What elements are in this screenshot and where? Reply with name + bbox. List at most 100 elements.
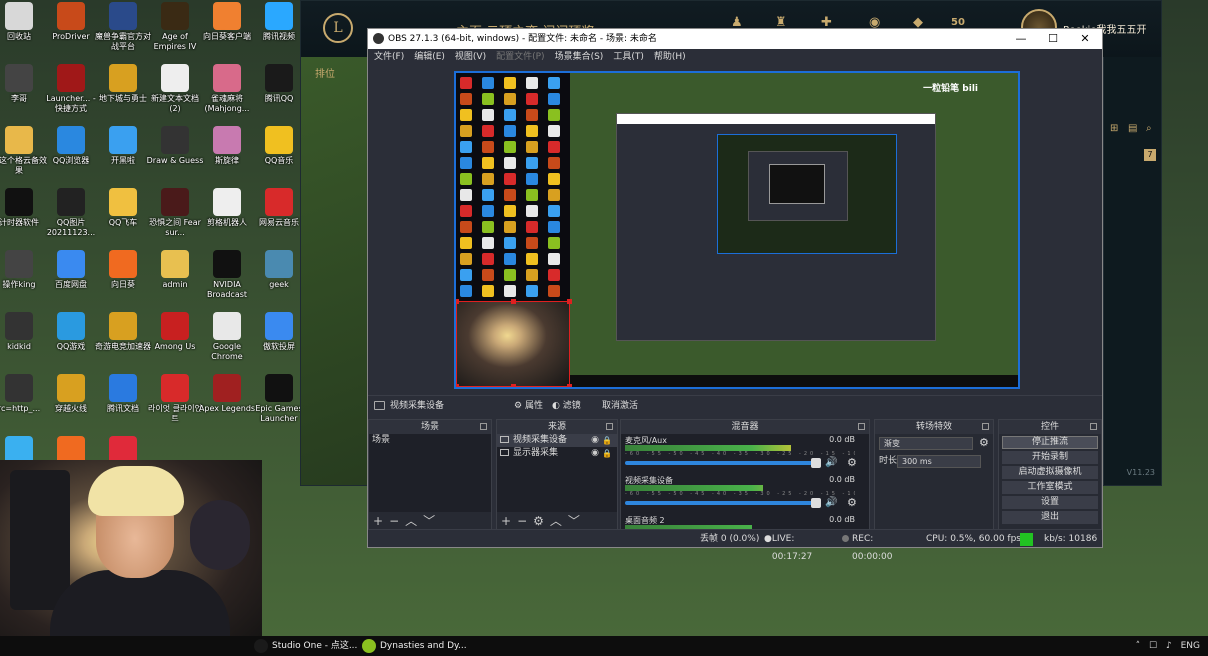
desktop-icon[interactable]: 奇游电竞加速器 xyxy=(94,312,152,352)
maximize-button[interactable]: ☐ xyxy=(1038,29,1068,49)
desktop-icon[interactable]: 李哥 xyxy=(0,64,48,104)
desktop-icon[interactable]: 腾讯文档 xyxy=(94,374,152,414)
minimize-button[interactable]: — xyxy=(1006,29,1036,49)
desktop-icon[interactable]: 开黑啦 xyxy=(94,126,152,166)
resize-handle[interactable] xyxy=(511,299,516,304)
speaker-icon[interactable]: 🔊 xyxy=(825,457,837,468)
desktop-icon[interactable]: 剪格机器人 xyxy=(198,188,256,228)
slider-handle[interactable] xyxy=(811,458,821,468)
slider-handle[interactable] xyxy=(811,498,821,508)
language-indicator[interactable]: ENG xyxy=(1181,641,1200,651)
desktop-icon[interactable]: QQ游戏 xyxy=(42,312,100,352)
undock-icon[interactable] xyxy=(480,423,487,430)
desktop-icon[interactable]: 라이엇 클라이언트 xyxy=(146,374,204,424)
deactivate-button[interactable]: 取消激活 xyxy=(596,398,644,414)
desktop-icon[interactable]: 新建文本文档 (2) xyxy=(146,64,204,114)
transition-select[interactable]: 渐变 xyxy=(879,437,973,450)
menu-item[interactable]: 文件(F) xyxy=(374,52,404,62)
desktop-icon[interactable]: Draw & Guess xyxy=(146,126,204,166)
desktop-icon[interactable]: QQ浏览器 xyxy=(42,126,100,166)
desktop-icon[interactable]: ProDriver xyxy=(42,2,100,42)
eye-icon[interactable]: ◉ xyxy=(591,434,599,447)
desktop-icon[interactable]: kidkid xyxy=(0,312,48,352)
up-arrow-icon[interactable]: ︿ xyxy=(405,514,417,528)
scene-item[interactable]: 场景 xyxy=(369,434,491,447)
source-item[interactable]: 视频采集设备 ◉ 🔒 xyxy=(497,434,617,447)
desktop-icon[interactable]: QQ飞车 xyxy=(94,188,152,228)
search-icon[interactable]: ⌕ xyxy=(1146,123,1152,134)
undock-icon[interactable] xyxy=(858,423,865,430)
desktop-icon[interactable]: Among Us xyxy=(146,312,204,352)
desktop-icon[interactable]: Google Chrome xyxy=(198,312,256,362)
desktop-icon[interactable]: 地下城与勇士 xyxy=(94,64,152,104)
desktop-icon[interactable]: Apex Legends xyxy=(198,374,256,414)
resize-handle[interactable] xyxy=(567,384,572,387)
filters-button[interactable]: ◐ 滤镜 xyxy=(546,398,587,414)
resize-handle[interactable] xyxy=(511,384,516,387)
remove-icon[interactable]: − xyxy=(517,514,527,528)
control-button[interactable]: 开始录制 xyxy=(1002,451,1098,464)
desktop-icon[interactable]: Age of Empires IV xyxy=(146,2,204,52)
control-button[interactable]: 启动虚拟摄像机 xyxy=(1002,466,1098,479)
game-logo-icon[interactable]: L xyxy=(323,13,353,43)
resize-handle[interactable] xyxy=(456,384,459,387)
control-button[interactable]: 工作室模式 xyxy=(1002,481,1098,494)
up-arrow-icon[interactable]: ︿ xyxy=(550,514,562,528)
obs-preview[interactable]: 一粒铅笔 bili xyxy=(454,71,1020,389)
desktop-icon[interactable]: admin xyxy=(146,250,204,290)
duration-input[interactable]: 300 ms xyxy=(897,455,981,468)
gear-icon[interactable]: ⚙ xyxy=(847,496,857,509)
desktop-icon[interactable]: 恐惧之间 Fear sur... xyxy=(146,188,204,238)
desktop-icon[interactable]: 穿越火线 xyxy=(42,374,100,414)
desktop-icon[interactable]: 操作king xyxy=(0,250,48,290)
volume-icon[interactable]: ♪ xyxy=(1166,641,1172,651)
desktop-icon[interactable]: 计时器软件 xyxy=(0,188,48,228)
network-icon[interactable]: ☐ xyxy=(1149,641,1157,651)
undock-icon[interactable] xyxy=(982,423,989,430)
list-icon[interactable]: ▤ xyxy=(1128,123,1137,134)
add-friend-icon[interactable]: ⊞ xyxy=(1110,123,1118,134)
control-button[interactable]: 停止推流 xyxy=(1002,436,1098,449)
down-arrow-icon[interactable]: ﹀ xyxy=(423,514,435,528)
resize-handle[interactable] xyxy=(567,299,572,304)
remove-icon[interactable]: − xyxy=(389,514,399,528)
desktop-icon[interactable]: QQ图片20211123... xyxy=(42,188,100,238)
close-button[interactable]: ✕ xyxy=(1070,29,1100,49)
add-icon[interactable]: + xyxy=(501,514,511,528)
menu-item[interactable]: 配置文件(P) xyxy=(496,52,544,62)
desktop-icon[interactable]: rc=http_... xyxy=(0,374,48,414)
preview-webcam-source[interactable] xyxy=(456,299,572,387)
menu-item[interactable]: 编辑(E) xyxy=(414,52,445,62)
volume-slider[interactable] xyxy=(625,461,821,465)
desktop-icon[interactable]: Launcher... - 快捷方式 xyxy=(42,64,100,114)
desktop-icon[interactable]: 打这个格云备效果 xyxy=(0,126,48,176)
desktop-icon[interactable]: NVIDIA Broadcast xyxy=(198,250,256,300)
chevron-up-icon[interactable]: ˄ xyxy=(1136,641,1141,651)
taskbar-app[interactable]: Dynasties and Dy... xyxy=(362,636,467,656)
menu-item[interactable]: 视图(V) xyxy=(455,52,486,62)
desktop-icon[interactable]: 斯旋律 xyxy=(198,126,256,166)
obs-titlebar[interactable]: OBS 27.1.3 (64-bit, windows) - 配置文件: 未命名… xyxy=(368,29,1102,49)
desktop-icon[interactable]: 魔兽争霸官方对战平台 xyxy=(94,2,152,52)
desktop-icon[interactable]: 回收站 xyxy=(0,2,48,42)
desktop-icon[interactable]: 向日葵 xyxy=(94,250,152,290)
lock-icon[interactable]: 🔒 xyxy=(602,447,612,460)
gear-icon[interactable]: ⚙ xyxy=(533,514,544,528)
obs-window[interactable]: OBS 27.1.3 (64-bit, windows) - 配置文件: 未命名… xyxy=(367,28,1103,562)
down-arrow-icon[interactable]: ﹀ xyxy=(568,514,580,528)
gear-icon[interactable]: ⚙ xyxy=(979,434,989,452)
add-icon[interactable]: + xyxy=(373,514,383,528)
desktop-icon[interactable]: 向日葵客户端 xyxy=(198,2,256,42)
desktop-icon[interactable]: 雀魂麻将(Mahjong... xyxy=(198,64,256,114)
undock-icon[interactable] xyxy=(606,423,613,430)
menu-item[interactable]: 工具(T) xyxy=(613,52,644,62)
desktop-icon[interactable]: 百度网盘 xyxy=(42,250,100,290)
lock-icon[interactable]: 🔒 xyxy=(602,434,612,447)
menu-item[interactable]: 帮助(H) xyxy=(654,52,686,62)
control-button[interactable]: 设置 xyxy=(1002,496,1098,509)
taskbar-app[interactable]: Studio One - 点这... xyxy=(254,636,357,656)
speaker-icon[interactable]: 🔊 xyxy=(825,497,837,508)
resize-handle[interactable] xyxy=(456,299,459,304)
gear-icon[interactable]: ⚙ xyxy=(847,456,857,469)
control-button[interactable]: 退出 xyxy=(1002,511,1098,524)
